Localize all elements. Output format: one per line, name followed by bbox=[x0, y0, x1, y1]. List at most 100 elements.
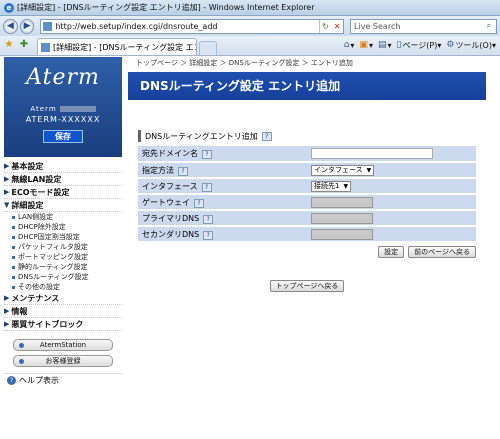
bullet-icon bbox=[12, 225, 15, 229]
tools-menu[interactable]: ⚙ ツール(O) ▾ bbox=[446, 40, 496, 51]
bullet-icon bbox=[12, 235, 15, 239]
help-icon[interactable]: ? bbox=[194, 198, 204, 208]
set-button[interactable]: 設定 bbox=[378, 246, 405, 258]
submenu-packet-filter[interactable]: パケットフィルタ設定 bbox=[4, 242, 122, 252]
form-label: ゲートウェイ? bbox=[138, 194, 308, 211]
domain-name-input[interactable] bbox=[311, 148, 433, 159]
section-title: DNSルーティングエントリ追加 ? bbox=[138, 130, 486, 142]
submenu-dns-routing[interactable]: DNSルーティング設定 bbox=[4, 272, 122, 282]
window-title: [詳細設定] - [DNSルーティング設定 エントリ追加] - Windows … bbox=[17, 3, 315, 12]
model-name: Aterm bbox=[4, 105, 122, 113]
feeds-icon: ▣ bbox=[359, 40, 368, 50]
help-icon[interactable]: ? bbox=[261, 131, 272, 141]
menu-malicious-site-block[interactable]: ▶ 悪質サイトブロック bbox=[4, 318, 122, 331]
interface-select[interactable]: 接続先1 ▼ bbox=[311, 180, 352, 192]
menu-info[interactable]: ▶ 情報 bbox=[4, 305, 122, 318]
chevron-down-icon: ▼ bbox=[366, 166, 372, 174]
aterm-logo: Aterm bbox=[26, 65, 100, 90]
menu-wireless-lan[interactable]: ▶ 無線LAN設定 bbox=[4, 173, 122, 186]
submenu-lan[interactable]: LAN側設定 bbox=[4, 212, 122, 222]
device-id: ATERM-XXXXXX bbox=[25, 115, 101, 124]
submenu-static-routing[interactable]: 静的ルーティング設定 bbox=[4, 262, 122, 272]
browser-tab[interactable]: [詳細設定] - [DNSルーティング設定 エントリ... bbox=[37, 38, 197, 55]
help-link[interactable]: ? ヘルプ表示 bbox=[4, 373, 122, 385]
back-button[interactable]: 前のページへ戻る bbox=[408, 246, 476, 258]
feeds-button[interactable]: ▣ ▾ bbox=[359, 40, 373, 50]
search-box[interactable]: Live Search ⌕ bbox=[350, 18, 497, 34]
secondary-dns-input bbox=[311, 228, 373, 240]
window-titlebar: e [詳細設定] - [DNSルーティング設定 エントリ追加] - Window… bbox=[0, 0, 500, 16]
arrow-icon: ▶ bbox=[4, 307, 10, 315]
tab-page-icon bbox=[41, 42, 50, 52]
menu-basic-settings[interactable]: ▶ 基本設定 bbox=[4, 160, 122, 173]
atermstation-button[interactable]: AtermStation bbox=[13, 339, 113, 351]
form-row-secondary-dns: セカンダリDNS? bbox=[138, 226, 476, 243]
search-icon[interactable]: ⌕ bbox=[482, 21, 496, 31]
submenu-port-mapping[interactable]: ポートマッピング設定 bbox=[4, 252, 122, 262]
page-title: DNSルーティング設定 エントリ追加 bbox=[128, 72, 486, 100]
print-icon: ▤ bbox=[377, 40, 387, 50]
form-row-domain: 宛先ドメイン名? bbox=[138, 146, 476, 163]
form-label: 指定方法? bbox=[138, 162, 308, 179]
arrow-icon: ▶ bbox=[4, 320, 10, 328]
bullet-icon bbox=[12, 245, 15, 249]
arrow-icon: ▶ bbox=[4, 175, 10, 183]
address-url[interactable]: http://web.setup/index.cgi/dnsroute_add bbox=[55, 22, 319, 31]
save-button[interactable]: 保存 bbox=[43, 130, 83, 143]
arrow-icon: ▶ bbox=[4, 162, 10, 170]
form-row-interface: インタフェース? 接続先1 ▼ bbox=[138, 178, 476, 195]
menu-maintenance[interactable]: ▶ メンテナンス bbox=[4, 292, 122, 305]
help-icon[interactable]: ? bbox=[202, 150, 212, 159]
favorites-star-icon[interactable]: ★ bbox=[3, 39, 15, 51]
help-icon[interactable]: ? bbox=[203, 230, 214, 240]
bullet-icon bbox=[12, 285, 15, 289]
print-button[interactable]: ▤ ▾ bbox=[378, 40, 392, 50]
help-icon[interactable]: ? bbox=[203, 214, 214, 224]
bullet-icon bbox=[12, 265, 15, 269]
search-input[interactable]: Live Search bbox=[354, 22, 482, 31]
add-favorites-icon[interactable]: ✚ bbox=[18, 39, 30, 51]
sidebar-menu: ▶ 基本設定 ▶ 無線LAN設定 ▶ ECOモード設定 ▼ 詳細設定 LAN側設定 DH… bbox=[4, 160, 122, 331]
page-menu[interactable]: ▯ ページ(P) ▾ bbox=[396, 40, 441, 51]
form-label: 宛先ドメイン名? bbox=[138, 146, 308, 163]
form-label: セカンダリDNS? bbox=[138, 226, 308, 243]
entry-form: 宛先ドメイン名? 指定方法? インタフェース ▼ インタフェース? 接続先1 ▼ ゲ… bbox=[138, 146, 476, 243]
bullet-icon bbox=[12, 275, 15, 279]
arrow-icon: ▼ bbox=[4, 201, 10, 209]
tab-title: [詳細設定] - [DNSルーティング設定 エントリ... bbox=[53, 42, 196, 52]
address-field[interactable]: http://web.setup/index.cgi/dnsroute_add … bbox=[40, 18, 345, 34]
forward-icon[interactable]: ▶ bbox=[19, 18, 35, 34]
dot-icon bbox=[19, 343, 24, 348]
customer-registration-button[interactable]: お客様登録 bbox=[13, 355, 113, 367]
menu-advanced-settings[interactable]: ▼ 詳細設定 bbox=[4, 199, 122, 212]
sidebar-buttons: AtermStation お客様登録 bbox=[4, 339, 122, 367]
help-icon[interactable]: ? bbox=[201, 182, 212, 192]
method-select[interactable]: インタフェース ▼ bbox=[311, 164, 375, 176]
breadcrumb: トップページ ＞ 詳細設定 ＞ DNSルーティング設定 ＞ エントリ追加 bbox=[136, 59, 353, 67]
ie-icon: e bbox=[4, 2, 14, 13]
bullet-icon bbox=[12, 215, 15, 219]
arrow-icon: ▶ bbox=[4, 294, 10, 302]
submenu-dhcp-exclude[interactable]: DHCP除外設定 bbox=[4, 222, 122, 232]
menu-eco-mode[interactable]: ▶ ECOモード設定 bbox=[4, 186, 122, 199]
help-icon[interactable]: ? bbox=[178, 166, 188, 176]
form-row-primary-dns: プライマリDNS? bbox=[138, 210, 476, 227]
chevron-down-icon: ▼ bbox=[343, 182, 349, 190]
submenu-dhcp-fixed[interactable]: DHCP固定割当設定 bbox=[4, 232, 122, 242]
refresh-icon[interactable]: ↻ bbox=[319, 19, 331, 33]
home-icon: ⌂ bbox=[343, 40, 350, 50]
new-tab-button[interactable] bbox=[199, 41, 217, 55]
home-button[interactable]: ⌂ ▾ bbox=[344, 40, 355, 50]
back-icon[interactable]: ◀ bbox=[3, 18, 18, 34]
arrow-icon: ▶ bbox=[4, 188, 10, 196]
sidebar-header: Aterm Aterm ATERM-XXXXXX 保存 bbox=[4, 57, 122, 157]
form-row-method: 指定方法? インタフェース ▼ bbox=[138, 162, 476, 179]
back-to-top-button[interactable]: トップページへ戻る bbox=[269, 280, 345, 292]
redacted-block bbox=[59, 106, 96, 112]
help-icon: ? bbox=[7, 376, 16, 385]
form-row-gateway: ゲートウェイ? bbox=[138, 194, 476, 211]
tab-toolbar: ★ ✚ [詳細設定] - [DNSルーティング設定 エントリ... ⌂▾ ▣▾ … bbox=[0, 36, 500, 56]
form-label: インタフェース? bbox=[138, 178, 308, 195]
submenu-other[interactable]: その他の設定 bbox=[4, 282, 122, 292]
stop-icon[interactable]: ✕ bbox=[331, 22, 343, 31]
